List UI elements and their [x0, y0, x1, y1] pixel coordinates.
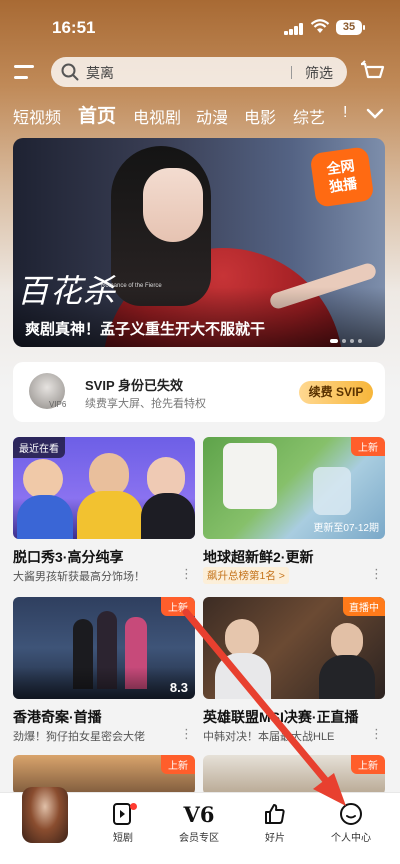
card-subtitle: 中韩对决！本届最大战HLE	[203, 731, 335, 743]
search-input[interactable]: 莫离	[86, 63, 114, 83]
banner-logo: 百花杀	[17, 272, 117, 310]
new-badge: 上新	[161, 755, 195, 774]
tab-label: 短剧	[113, 833, 133, 844]
more-options-icon[interactable]: ⋮	[370, 726, 383, 742]
hero-banner[interactable]: 百花杀 Romance of the Fierce 全网 独播 爽剧真神！孟子义…	[13, 138, 385, 347]
live-badge: 直播中	[343, 597, 385, 616]
search-divider	[291, 66, 292, 79]
new-badge: 上新	[351, 437, 385, 456]
avatar[interactable]	[22, 787, 68, 843]
battery-icon: 35	[336, 20, 365, 35]
thumb-figure	[313, 467, 351, 515]
tab-movies[interactable]: 电影	[244, 104, 276, 128]
card-thumbnail[interactable]: 上新 更新至07-12期	[203, 437, 385, 539]
card-title: 英雄联盟MSI决赛·正直播	[203, 709, 359, 725]
carousel-dots	[330, 330, 366, 347]
card-title: 地球超新鲜2·更新	[203, 549, 314, 565]
tab-good-films[interactable]: 好片	[238, 801, 312, 844]
thumb-shirt	[215, 653, 271, 699]
search-icon	[61, 63, 79, 81]
vip-level-tag: VIP6	[49, 400, 67, 409]
thumb-shirt	[77, 491, 143, 539]
more-options-icon[interactable]: ⋮	[180, 566, 193, 582]
thumb-figure	[223, 443, 277, 509]
more-options-icon[interactable]: ⋮	[180, 726, 193, 742]
thumbs-up-icon	[265, 804, 285, 824]
recently-watched-badge: 最近在看	[13, 437, 65, 458]
vip-status-card[interactable]: VIP6 SVIP 身份已失效 续费享大屏、抢先看特权 续费 SVIP	[13, 362, 385, 422]
ranking-badge[interactable]: 飙升总榜第1名 >	[203, 567, 289, 584]
wifi-icon	[310, 19, 330, 33]
banner-logo-sub: Romance of the Fierce	[101, 283, 162, 289]
search-bar[interactable]: 莫离 筛选	[51, 57, 347, 87]
tab-label: 个人中心	[331, 833, 371, 844]
tab-home[interactable]: 首页	[78, 101, 116, 128]
update-info: 更新至07-12期	[313, 523, 379, 534]
exclusive-badge: 全网 独播	[309, 146, 375, 208]
thumb-shirt	[141, 493, 195, 539]
thumb-face	[225, 619, 259, 657]
card-subtitle: 劲爆！狗仔拍女星密会大佬	[13, 731, 145, 743]
card-thumbnail[interactable]: 直播中	[203, 597, 385, 699]
tab-label: 会员专区	[179, 833, 219, 844]
notification-dot	[130, 803, 137, 810]
card-thumbnail[interactable]: 上新	[203, 755, 385, 795]
tab-vip-zone[interactable]: V6 会员专区	[162, 801, 236, 845]
banner-figure-face	[143, 168, 203, 242]
category-tabs: 短视频 首页 电视剧 动漫 电影 综艺 !	[0, 100, 400, 128]
tab-profile[interactable]: 个人中心	[314, 801, 388, 844]
card-subtitle: 大酱男孩斩获最高分饰场！	[13, 571, 145, 583]
new-badge: 上新	[351, 755, 385, 774]
new-badge: 上新	[161, 597, 195, 616]
thumb-shirt	[17, 495, 73, 539]
signal-icon	[284, 23, 304, 35]
tab-variety[interactable]: 综艺	[293, 104, 325, 128]
card-title: 脱口秀3·高分纯享	[13, 549, 124, 565]
thumb-face	[23, 459, 63, 499]
filter-button[interactable]: 筛选	[305, 63, 333, 83]
renew-svip-button[interactable]: 续费 SVIP	[299, 381, 373, 404]
vip-subtitle: 续费享大屏、抢先看特权	[85, 398, 206, 410]
tab-label: 好片	[265, 833, 285, 844]
menu-icon[interactable]	[14, 62, 36, 80]
chevron-down-icon[interactable]	[366, 108, 384, 120]
card-thumbnail[interactable]: 最近在看	[13, 437, 195, 539]
smile-face-icon	[340, 803, 362, 825]
vip-title: SVIP 身份已失效	[85, 378, 184, 393]
banner-caption: 爽剧真神！孟子义重生开大不服就干	[25, 321, 266, 338]
thumb-face	[331, 623, 363, 659]
tab-short-drama[interactable]: 短剧	[86, 801, 160, 844]
v6-icon: V6	[183, 801, 215, 827]
status-bar: 16:51 35	[0, 0, 400, 56]
card-thumbnail[interactable]: 上新 8.3	[13, 597, 195, 699]
card-title: 香港奇案·首播	[13, 709, 102, 725]
thumb-shirt	[319, 655, 375, 699]
status-time: 16:51	[52, 18, 96, 37]
tab-short-video[interactable]: 短视频	[13, 104, 61, 128]
thumb-shade	[13, 667, 195, 699]
shopping-cart-icon[interactable]	[359, 60, 385, 84]
more-options-icon[interactable]: ⋮	[370, 566, 383, 582]
tab-tv-series[interactable]: 电视剧	[133, 104, 181, 128]
bottom-tab-bar: 短剧 V6 会员专区 好片 个人中心	[0, 787, 400, 864]
tab-partial[interactable]: !	[343, 104, 351, 122]
tab-anime[interactable]: 动漫	[196, 104, 228, 128]
rating-score: 8.3	[169, 680, 188, 695]
